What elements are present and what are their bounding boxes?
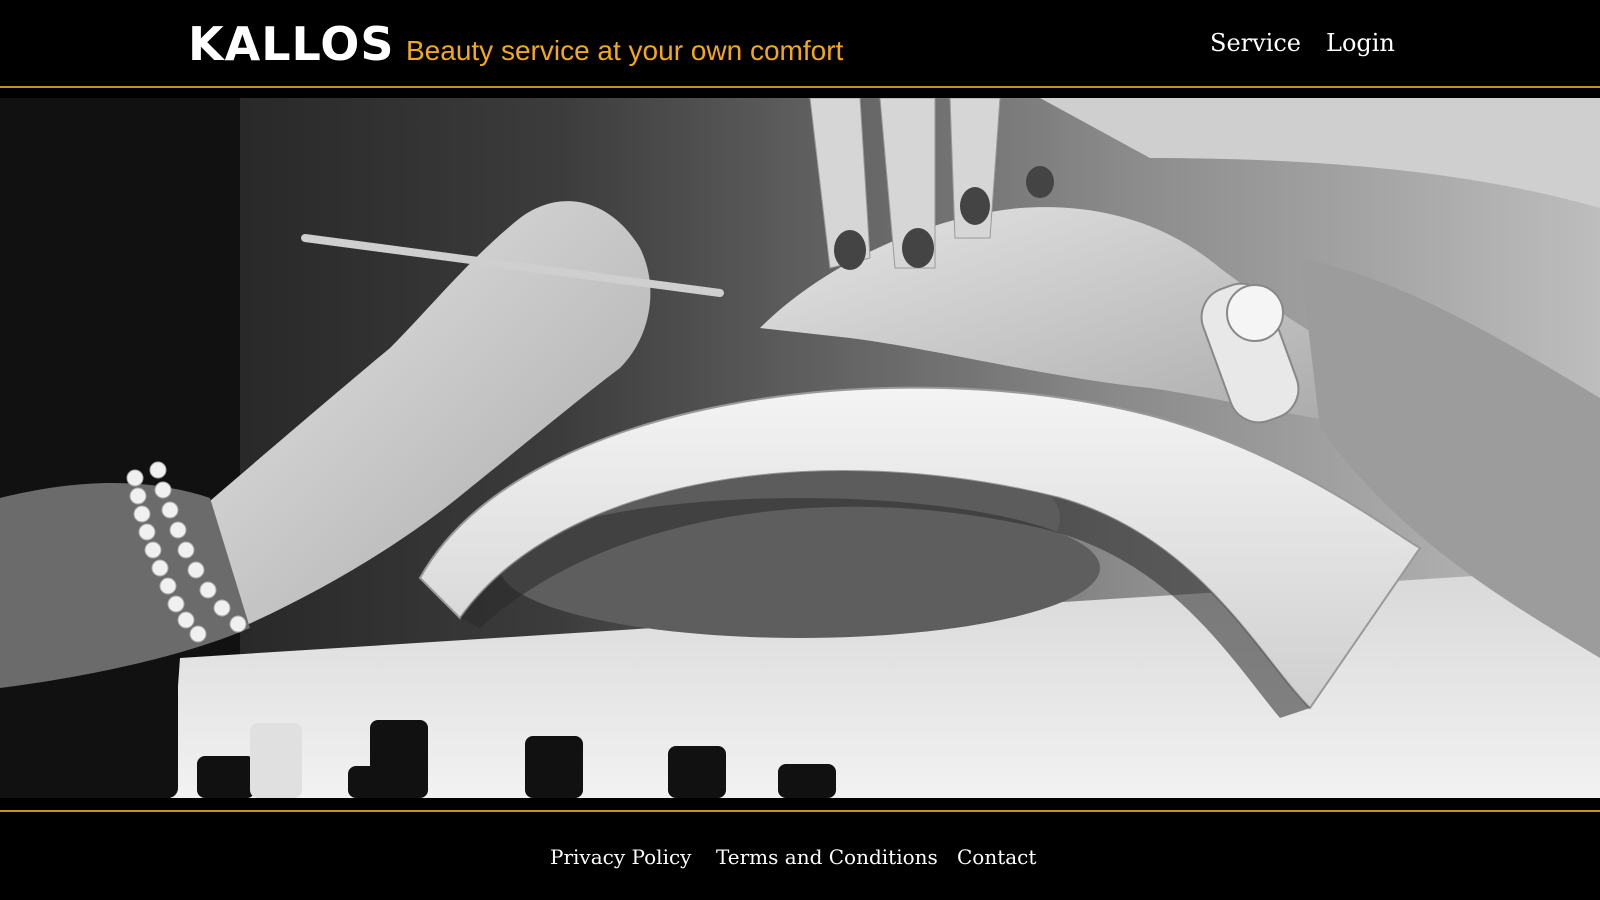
- site-header: KALLOS Beauty service at your own comfor…: [0, 0, 1600, 86]
- manicure-photo-illustration: [0, 98, 1600, 798]
- header-divider: [0, 86, 1600, 88]
- nav-service-link[interactable]: Service: [1210, 26, 1301, 60]
- site-tagline: Beauty service at your own comfort: [406, 35, 844, 66]
- site-footer: Privacy Policy Terms and Conditions Cont…: [0, 812, 1600, 900]
- footer-privacy-link[interactable]: Privacy Policy: [550, 842, 691, 872]
- footer-terms-link[interactable]: Terms and Conditions: [716, 842, 938, 872]
- hero-image: [0, 98, 1600, 798]
- nav-login-link[interactable]: Login: [1326, 26, 1395, 60]
- footer-contact-link[interactable]: Contact: [957, 842, 1036, 872]
- site-logo[interactable]: KALLOS: [188, 16, 394, 72]
